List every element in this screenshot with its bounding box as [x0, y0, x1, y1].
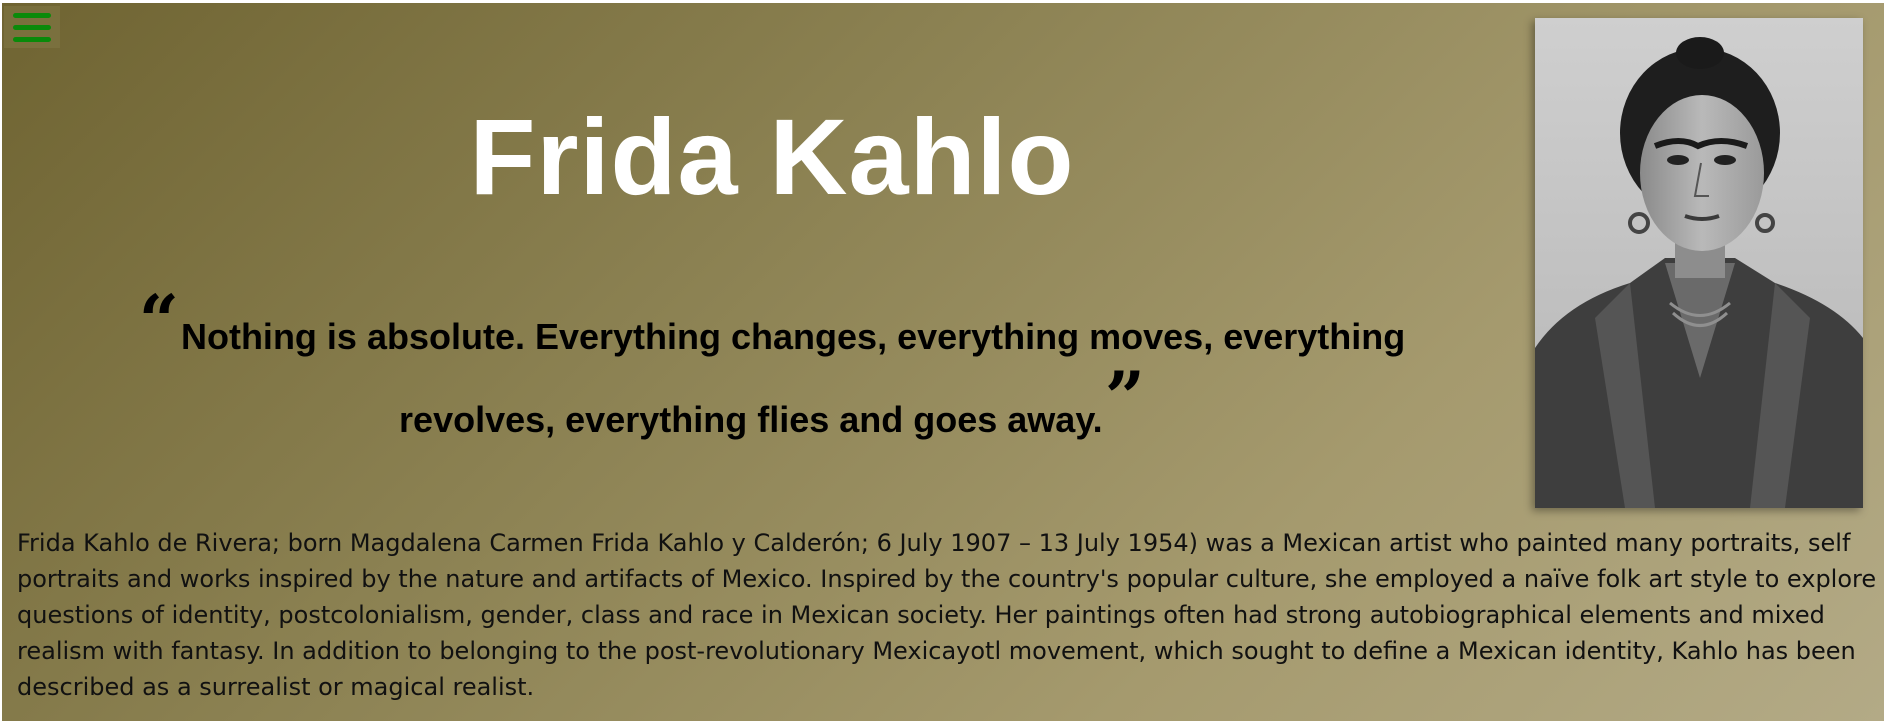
quote-block: “Nothing is absolute. Everything changes…	[62, 286, 1482, 461]
close-quote-icon: ”	[1104, 356, 1145, 439]
menu-button[interactable]	[4, 6, 60, 48]
portrait-image	[1535, 18, 1863, 508]
quote-text: Nothing is absolute. Everything changes,…	[180, 316, 1406, 440]
page-background: Frida Kahlo “Nothing is absolute. Everyt…	[2, 3, 1884, 721]
hamburger-menu-icon-bar	[13, 36, 51, 42]
open-quote-icon: “	[138, 279, 179, 362]
hamburger-menu-icon	[13, 12, 51, 18]
biography-paragraph: Frida Kahlo de Rivera; born Magdalena Ca…	[17, 529, 1877, 701]
page-title: Frida Kahlo	[469, 96, 1075, 217]
hamburger-menu-icon-bar	[13, 24, 51, 30]
